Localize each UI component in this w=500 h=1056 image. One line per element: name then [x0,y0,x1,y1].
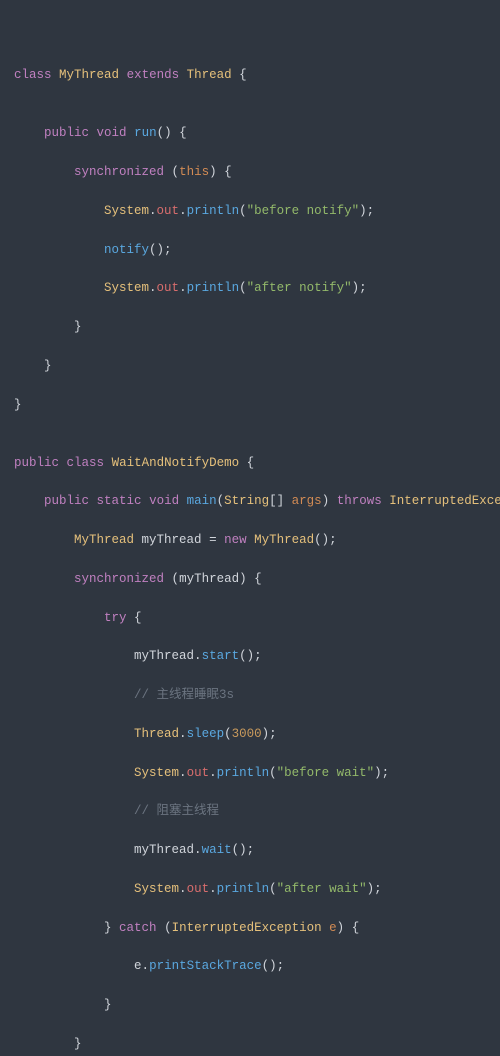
code-line: myThread.wait(); [14,841,500,860]
keyword-public: public [14,456,59,470]
code-line: } [14,396,500,415]
keyword-public: public [44,494,89,508]
type-mythread: MyThread [59,68,119,82]
type-system: System [134,766,179,780]
code-line: System.out.println("before wait"); [14,764,500,783]
method-println: println [217,766,270,780]
keyword-catch: catch [119,921,157,935]
string-literal: "before wait" [277,766,375,780]
method-main: main [187,494,217,508]
string-literal: "after wait" [277,882,367,896]
type-interruptedexception: InterruptedException [389,494,500,508]
field-out: out [187,882,210,896]
comment: // 主线程睡眠3s [134,688,234,702]
ctor-mythread: MyThread [254,533,314,547]
type-system: System [104,281,149,295]
string-literal: "after notify" [247,281,352,295]
type-system: System [104,204,149,218]
local-mythread: myThread [134,649,194,663]
method-println: println [217,882,270,896]
keyword-class: class [14,68,52,82]
code-line: } [14,318,500,337]
code-line: public void run() { [14,124,500,143]
local-mythread: myThread [134,843,194,857]
code-line: synchronized (this) { [14,163,500,182]
method-wait: wait [202,843,232,857]
method-notify: notify [104,243,149,257]
code-line: Thread.sleep(3000); [14,725,500,744]
param-args: args [292,494,322,508]
method-println: println [187,281,240,295]
code-line: class MyThread extends Thread { [14,66,500,85]
code-line: System.out.println("after notify"); [14,279,500,298]
code-line: } [14,1035,500,1054]
local-mythread: myThread [179,572,239,586]
string-literal: "before notify" [247,204,360,218]
code-line: notify(); [14,241,500,260]
comment: // 阻塞主线程 [134,804,219,818]
method-run: run [134,126,157,140]
method-sleep: sleep [187,727,225,741]
keyword-new: new [224,533,247,547]
code-line: synchronized (myThread) { [14,570,500,589]
code-line: } [14,996,500,1015]
method-start: start [202,649,240,663]
code-line: // 主线程睡眠3s [14,686,500,705]
code-line: public class WaitAndNotifyDemo { [14,454,500,473]
keyword-extends: extends [127,68,180,82]
field-out: out [187,766,210,780]
type-mythread: MyThread [74,533,134,547]
type-system: System [134,882,179,896]
code-line: } catch (InterruptedException e) { [14,919,500,938]
keyword-this: this [179,165,209,179]
keyword-class: class [67,456,105,470]
code-line: // 阻塞主线程 [14,802,500,821]
keyword-synchronized: synchronized [74,165,164,179]
type-thread: Thread [187,68,232,82]
type-waitandnotifydemo: WaitAndNotifyDemo [112,456,240,470]
code-block: class MyThread extends Thread { public v… [14,66,500,1056]
method-println: println [187,204,240,218]
keyword-void: void [97,126,127,140]
code-line: MyThread myThread = new MyThread(); [14,531,500,550]
field-out: out [157,281,180,295]
type-thread: Thread [134,727,179,741]
number-literal: 3000 [232,727,262,741]
code-line: System.out.println("before notify"); [14,202,500,221]
type-string: String [224,494,269,508]
keyword-void: void [149,494,179,508]
method-printstacktrace: printStackTrace [149,959,262,973]
local-e: e [134,959,142,973]
code-line: } [14,357,500,376]
code-line: myThread.start(); [14,647,500,666]
keyword-public: public [44,126,89,140]
type-interruptedexception: InterruptedException [172,921,322,935]
keyword-static: static [97,494,142,508]
code-line: e.printStackTrace(); [14,957,500,976]
code-line: public static void main(String[] args) t… [14,492,500,511]
field-out: out [157,204,180,218]
keyword-throws: throws [337,494,382,508]
keyword-synchronized: synchronized [74,572,164,586]
local-mythread: myThread [142,533,202,547]
code-line: System.out.println("after wait"); [14,880,500,899]
code-line: try { [14,609,500,628]
keyword-try: try [104,611,127,625]
param-e: e [329,921,337,935]
